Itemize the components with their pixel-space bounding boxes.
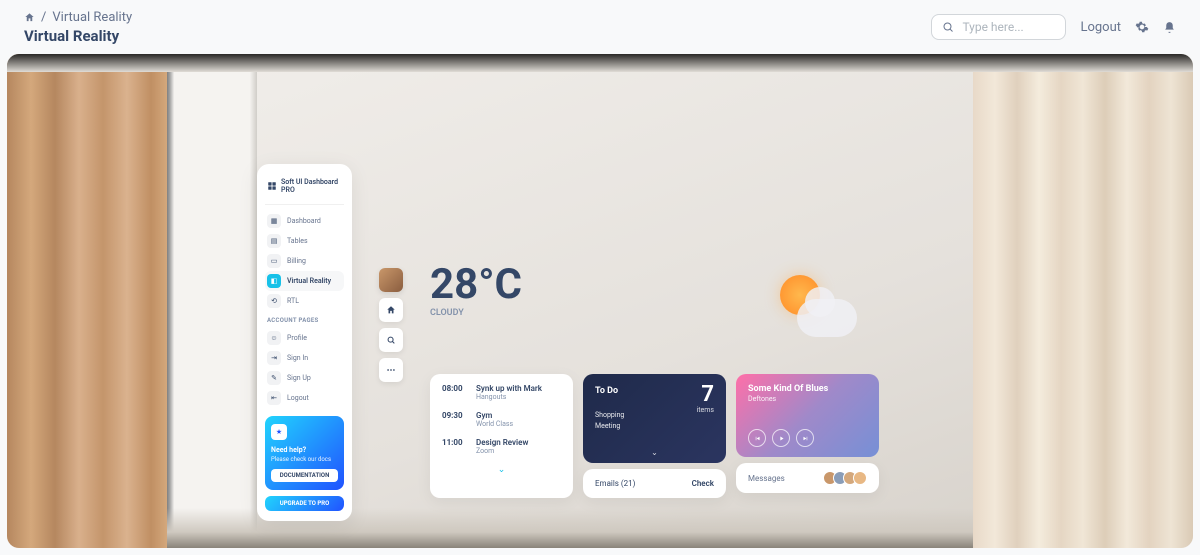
search-input[interactable]	[931, 14, 1066, 40]
sidebar-item-tables[interactable]: ▤ Tables	[265, 231, 344, 251]
todo-task: Meeting	[595, 421, 714, 432]
schedule-item[interactable]: 11:00 Design Review Zoom	[442, 438, 561, 455]
gear-icon[interactable]	[1135, 20, 1149, 34]
schedule-title: Design Review	[476, 438, 561, 447]
sidebar: Soft UI Dashboard PRO ▦ Dashboard ▤ Tabl…	[257, 164, 352, 521]
music-artist: Deftones	[748, 395, 867, 403]
emails-card: Emails (21) Check	[583, 469, 726, 498]
breadcrumb-current: Virtual Reality	[52, 10, 132, 25]
signin-icon: ⇥	[267, 351, 281, 365]
weather-icon	[762, 269, 862, 349]
sidebar-item-signin[interactable]: ⇥ Sign In	[265, 348, 344, 368]
documentation-button[interactable]: DOCUMENTATION	[271, 469, 338, 482]
help-title: Need help?	[271, 446, 338, 454]
sidebar-item-logout[interactable]: ⇤ Logout	[265, 388, 344, 408]
messages-card[interactable]: Messages	[736, 463, 879, 493]
breadcrumb: / Virtual Reality	[24, 10, 132, 25]
sidebar-item-label: Billing	[287, 257, 306, 265]
sidebar-item-label: RTL	[287, 297, 299, 305]
brand-icon	[267, 181, 277, 191]
quick-home-button[interactable]	[379, 298, 403, 322]
sidebar-item-label: Virtual Reality	[287, 277, 331, 285]
temperature: 28°C	[430, 264, 522, 306]
sidebar-item-label: Sign In	[287, 354, 308, 362]
upgrade-button[interactable]: UPGRADE TO PRO	[265, 496, 344, 511]
quick-search-button[interactable]	[379, 328, 403, 352]
vr-icon: ◧	[267, 274, 281, 288]
schedule-title: Synk up with Mark	[476, 384, 561, 393]
emails-check-button[interactable]: Check	[692, 479, 714, 488]
sidebar-item-dashboard[interactable]: ▦ Dashboard	[265, 211, 344, 231]
profile-icon: ☺	[267, 331, 281, 345]
sidebar-item-label: Dashboard	[287, 217, 321, 225]
sidebar-item-rtl[interactable]: ⟲ RTL	[265, 291, 344, 311]
weather-widget: 28°C CLOUDY	[430, 264, 522, 318]
search-field[interactable]	[962, 20, 1055, 34]
billing-icon: ▭	[267, 254, 281, 268]
sidebar-brand[interactable]: Soft UI Dashboard PRO	[265, 174, 344, 205]
music-play-button[interactable]	[772, 429, 790, 447]
breadcrumb-separator: /	[41, 10, 46, 25]
avatar[interactable]	[379, 268, 403, 292]
schedule-sub: Hangouts	[476, 393, 561, 401]
schedule-time: 11:00	[442, 438, 466, 455]
messages-label: Messages	[748, 474, 785, 483]
nav-heading-account: ACCOUNT PAGES	[265, 311, 344, 328]
schedule-item[interactable]: 08:00 Synk up with Mark Hangouts	[442, 384, 561, 401]
schedule-time: 09:30	[442, 411, 466, 428]
todo-card: To Do Shopping Meeting 7 items ⌄	[583, 374, 726, 463]
todo-count: 7	[697, 384, 714, 406]
sidebar-item-profile[interactable]: ☺ Profile	[265, 328, 344, 348]
quick-more-button[interactable]	[379, 358, 403, 382]
signup-icon: ✎	[267, 371, 281, 385]
schedule-time: 08:00	[442, 384, 466, 401]
schedule-card: 08:00 Synk up with Mark Hangouts 09:30 G…	[430, 374, 573, 498]
sidebar-item-label: Tables	[287, 237, 308, 245]
page-title: Virtual Reality	[24, 27, 132, 45]
avatar	[853, 471, 867, 485]
schedule-title: Gym	[476, 411, 561, 420]
music-card: Some Kind Of Blues Deftones	[736, 374, 879, 457]
message-avatars	[823, 471, 867, 485]
schedule-sub: World Class	[476, 420, 561, 428]
emails-label: Emails (21)	[595, 479, 635, 488]
sidebar-item-label: Logout	[287, 394, 309, 402]
help-card: ★ Need help? Please check our docs DOCUM…	[265, 416, 344, 490]
home-icon[interactable]	[24, 12, 35, 23]
logout-link[interactable]: Logout	[1080, 20, 1121, 35]
sidebar-item-signup[interactable]: ✎ Sign Up	[265, 368, 344, 388]
sidebar-item-virtual-reality[interactable]: ◧ Virtual Reality	[265, 271, 344, 291]
schedule-sub: Zoom	[476, 447, 561, 455]
logout-icon: ⇤	[267, 391, 281, 405]
brand-text: Soft UI Dashboard PRO	[281, 178, 342, 194]
weather-condition: CLOUDY	[430, 308, 522, 318]
todo-items-label: items	[697, 406, 714, 414]
sidebar-item-billing[interactable]: ▭ Billing	[265, 251, 344, 271]
tables-icon: ▤	[267, 234, 281, 248]
chevron-down-icon[interactable]: ⌄	[651, 448, 658, 457]
rtl-icon: ⟲	[267, 294, 281, 308]
music-prev-button[interactable]	[748, 429, 766, 447]
music-next-button[interactable]	[796, 429, 814, 447]
search-icon	[942, 21, 954, 33]
help-icon: ★	[271, 424, 287, 440]
dashboard-icon: ▦	[267, 214, 281, 228]
music-title: Some Kind Of Blues	[748, 384, 867, 394]
schedule-item[interactable]: 09:30 Gym World Class	[442, 411, 561, 428]
sidebar-item-label: Profile	[287, 334, 307, 342]
bell-icon[interactable]	[1163, 21, 1176, 34]
sidebar-item-label: Sign Up	[287, 374, 311, 382]
chevron-down-icon[interactable]: ⌄	[442, 465, 561, 475]
help-subtitle: Please check our docs	[271, 456, 338, 463]
